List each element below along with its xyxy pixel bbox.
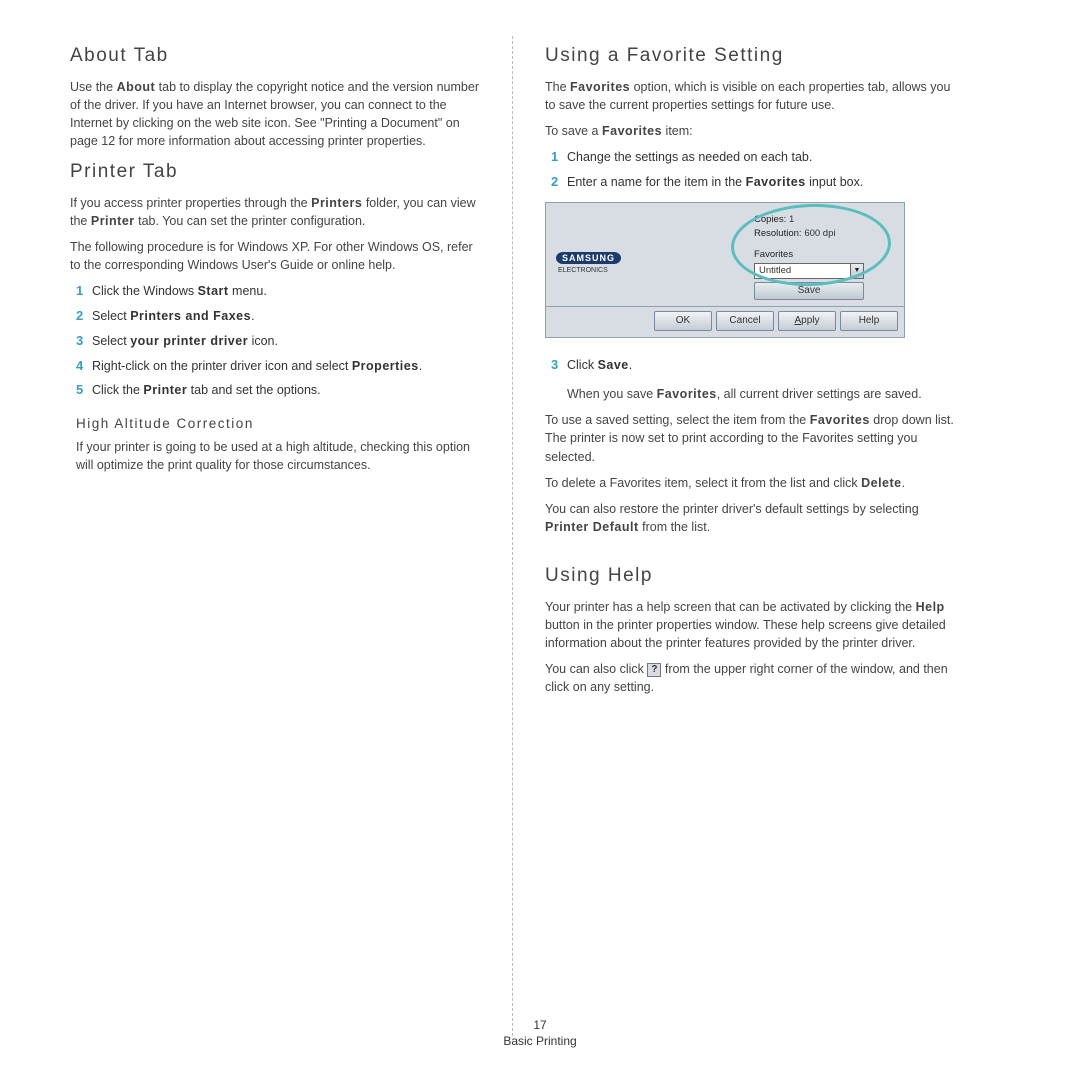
left-column: About Tab Use the About tab to display t… [70,36,500,1036]
favorites-dropdown[interactable]: Untitled ▼ [754,263,894,279]
help-paragraph-2: You can also click ? from the upper righ… [545,660,955,696]
dialog-screenshot: SAMSUNG ELECTRONICS Copies: 1 Resolution… [545,202,905,339]
right-column: Using a Favorite Setting The Favorites o… [525,36,955,1036]
fav-paragraph-2: To save a Favorites item: [545,122,955,140]
favorites-input[interactable]: Untitled [754,263,850,279]
page-number: 17 [0,1018,1080,1032]
printer-steps-list: 1Click the Windows Start menu. 2Select P… [70,282,480,400]
brand-sub: ELECTRONICS [558,266,621,276]
heading-printer-tab: Printer Tab [70,158,480,186]
fav-paragraph-4: To delete a Favorites item, select it fr… [545,474,955,492]
help-button[interactable]: Help [840,311,898,331]
heading-high-altitude: High Altitude Correction [76,414,480,434]
fav-paragraph-5: You can also restore the printer driver'… [545,500,955,536]
heading-using-help: Using Help [545,562,955,590]
heading-about-tab: About Tab [70,42,480,70]
help-icon[interactable]: ? [647,663,661,677]
high-altitude-paragraph: If your printer is going to be used at a… [70,438,480,474]
fav-saved-paragraph: When you save Favorites, all current dri… [545,385,955,403]
fav-steps-list-b: 3Click Save. [545,356,955,375]
printer-paragraph-2: The following procedure is for Windows X… [70,238,480,274]
list-item: 5Click the Printer tab and set the optio… [76,381,480,400]
heading-favorite-setting: Using a Favorite Setting [545,42,955,70]
page-footer: 17 Basic Printing [0,1018,1080,1048]
samsung-logo: SAMSUNG [556,252,621,264]
about-paragraph: Use the About tab to display the copyrig… [70,78,480,151]
list-item: 2Select Printers and Faxes. [76,307,480,326]
column-divider [512,36,513,1036]
footer-section: Basic Printing [0,1034,1080,1048]
ok-button[interactable]: OK [654,311,712,331]
list-item: 1Change the settings as needed on each t… [551,148,955,167]
printer-paragraph-1: If you access printer properties through… [70,194,480,230]
cancel-button[interactable]: Cancel [716,311,774,331]
apply-button[interactable]: Apply [778,311,836,331]
list-item: 4Right-click on the printer driver icon … [76,357,480,376]
chevron-down-icon[interactable]: ▼ [850,263,864,279]
list-item: 1Click the Windows Start menu. [76,282,480,301]
favorites-label: Favorites [754,248,894,262]
list-item: 3Select your printer driver icon. [76,332,480,351]
list-item: 2Enter a name for the item in the Favori… [551,173,955,192]
list-item: 3Click Save. [551,356,955,375]
fav-steps-list-a: 1Change the settings as needed on each t… [545,148,955,192]
save-button[interactable]: Save [754,282,864,300]
help-paragraph-1: Your printer has a help screen that can … [545,598,955,652]
fav-paragraph-1: The Favorites option, which is visible o… [545,78,955,114]
fav-paragraph-3: To use a saved setting, select the item … [545,411,955,465]
